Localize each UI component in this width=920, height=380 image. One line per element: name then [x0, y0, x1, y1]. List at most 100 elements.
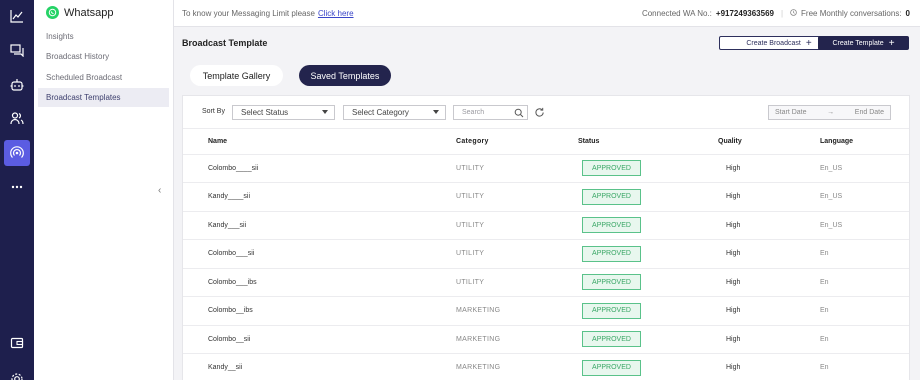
sidebar: Whatsapp Insights Broadcast History Sche…: [34, 0, 174, 380]
date-range-picker[interactable]: Start Date → End Date: [768, 105, 891, 120]
create-template-label: Create Template: [832, 39, 884, 47]
template-category: UTILITY: [456, 154, 578, 183]
search-input[interactable]: Search: [453, 105, 528, 120]
top-bar: To know your Messaging Limit please Click…: [174, 0, 920, 27]
template-language: En: [820, 239, 909, 269]
template-name: Kandy___sii: [183, 211, 456, 240]
table-row[interactable]: Kandy____sii UTILITY APPROVED High En_US: [183, 182, 909, 212]
status-cell: APPROVED: [578, 296, 699, 326]
template-quality: High: [699, 296, 820, 326]
status-badge: APPROVED: [582, 245, 641, 262]
wa-number: +917249363569: [715, 9, 774, 18]
template-name: Colombo__ibs: [183, 296, 456, 326]
category-select-value: Select Category: [352, 108, 409, 117]
table-row[interactable]: Kandy___sii UTILITY APPROVED High En_US: [183, 211, 909, 240]
template-category: MARKETING: [456, 353, 578, 380]
chevron-down-icon: [433, 110, 439, 114]
sidebar-item-broadcast-templates[interactable]: Broadcast Templates: [38, 88, 169, 107]
more-icon[interactable]: [0, 174, 34, 200]
end-date-field[interactable]: End Date: [855, 109, 884, 116]
create-template-button[interactable]: Create Template +: [818, 36, 909, 50]
create-broadcast-label: Create Broadcast: [746, 39, 801, 47]
template-quality: High: [699, 182, 820, 212]
status-cell: APPROVED: [578, 211, 699, 240]
column-header-quality[interactable]: Quality: [699, 130, 820, 155]
status-badge: APPROVED: [582, 217, 641, 234]
template-language: En_US: [820, 211, 909, 240]
template-quality: High: [699, 325, 820, 354]
broadcast-icon[interactable]: [4, 140, 30, 166]
table-row[interactable]: Kandy__sii MARKETING APPROVED High En: [183, 353, 909, 380]
templates-table: Name Category Status Quality Language Co…: [183, 130, 909, 380]
status-cell: APPROVED: [578, 182, 699, 212]
template-language: En: [820, 325, 909, 354]
template-language: En: [820, 268, 909, 297]
template-quality: High: [699, 268, 820, 297]
status-cell: APPROVED: [578, 154, 699, 183]
table-row[interactable]: Colombo__sii MARKETING APPROVED High En: [183, 325, 909, 354]
sidebar-item-label: Broadcast History: [46, 52, 110, 61]
collapse-sidebar-icon[interactable]: ‹: [158, 185, 161, 196]
status-badge: APPROVED: [582, 188, 641, 205]
status-select[interactable]: Select Status: [232, 105, 335, 120]
tab-template-gallery[interactable]: Template Gallery: [190, 65, 283, 86]
table-header-row: Name Category Status Quality Language: [183, 130, 909, 155]
plus-icon: +: [888, 37, 895, 49]
table-row[interactable]: Colombo___sii UTILITY APPROVED High En: [183, 239, 909, 269]
whatsapp-logo-icon: [46, 6, 59, 19]
status-select-value: Select Status: [241, 108, 289, 117]
bot-icon[interactable]: [0, 72, 34, 98]
analytics-icon[interactable]: [0, 3, 34, 29]
template-quality: High: [699, 239, 820, 269]
start-date-field[interactable]: Start Date: [775, 109, 807, 116]
template-language: En: [820, 296, 909, 326]
template-language: En_US: [820, 154, 909, 183]
column-header-language[interactable]: Language: [820, 130, 909, 155]
messaging-limit-link[interactable]: Click here: [318, 9, 354, 18]
status-badge: APPROVED: [582, 274, 641, 291]
free-conversations-label: Free Monthly conversations:: [801, 9, 902, 18]
search-icon[interactable]: [514, 108, 524, 118]
category-select[interactable]: Select Category: [343, 105, 446, 120]
free-conversations-value: 0: [905, 9, 910, 18]
sort-by-label: Sort By: [202, 108, 225, 115]
plus-icon: +: [805, 37, 812, 49]
wallet-icon[interactable]: [0, 330, 34, 356]
column-header-category[interactable]: Category: [456, 130, 578, 155]
template-quality: High: [699, 211, 820, 240]
template-quality: High: [699, 154, 820, 183]
sidebar-item-label: Broadcast Templates: [46, 93, 121, 102]
sidebar-item-broadcast-history[interactable]: Broadcast History: [38, 47, 169, 66]
status-cell: APPROVED: [578, 268, 699, 297]
search-placeholder: Search: [462, 109, 485, 116]
status-cell: APPROVED: [578, 239, 699, 269]
wa-number-label: Connected WA No.:: [641, 9, 712, 18]
status-cell: APPROVED: [578, 353, 699, 380]
template-name: Kandy__sii: [183, 353, 456, 380]
table-row[interactable]: Colombo__ibs MARKETING APPROVED High En: [183, 296, 909, 326]
messaging-limit-text: To know your Messaging Limit please: [182, 9, 315, 18]
template-name: Colombo__sii: [183, 325, 456, 354]
column-header-status[interactable]: Status: [578, 130, 699, 155]
chat-icon[interactable]: [0, 37, 34, 63]
sidebar-item-label: Scheduled Broadcast: [46, 73, 123, 82]
column-header-name[interactable]: Name: [183, 130, 456, 155]
settings-icon[interactable]: [0, 366, 34, 380]
table-row[interactable]: Colombo____sii UTILITY APPROVED High En_…: [183, 154, 909, 183]
template-category: UTILITY: [456, 239, 578, 269]
filter-bar: Sort By Select Status Select Category Se…: [183, 96, 909, 129]
clock-icon: [790, 9, 797, 18]
page-title: Broadcast Template: [182, 38, 268, 48]
refresh-icon[interactable]: [534, 107, 545, 118]
template-category: UTILITY: [456, 211, 578, 240]
chevron-down-icon: [322, 110, 328, 114]
sidebar-item-scheduled-broadcast[interactable]: Scheduled Broadcast: [38, 68, 169, 87]
app-window: Whatsapp Insights Broadcast History Sche…: [0, 0, 920, 380]
templates-card: Sort By Select Status Select Category Se…: [182, 95, 910, 380]
template-language: En: [820, 353, 909, 380]
table-row[interactable]: Colombo___ibs UTILITY APPROVED High En: [183, 268, 909, 297]
account-status: Connected WA No.: +917249363569 | Free M…: [642, 9, 910, 18]
tab-saved-templates[interactable]: Saved Templates: [299, 65, 391, 86]
sidebar-item-insights[interactable]: Insights: [38, 27, 169, 46]
contacts-icon[interactable]: [0, 105, 34, 131]
